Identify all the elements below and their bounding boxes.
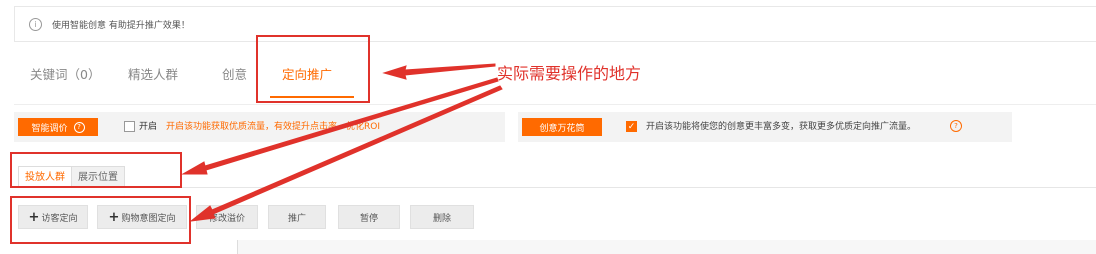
arrow-to-tab: [382, 63, 496, 80]
arrow-to-subtabs: [181, 77, 499, 175]
annotation-arrows: [181, 63, 503, 222]
arrow-to-buttons: [189, 85, 503, 222]
